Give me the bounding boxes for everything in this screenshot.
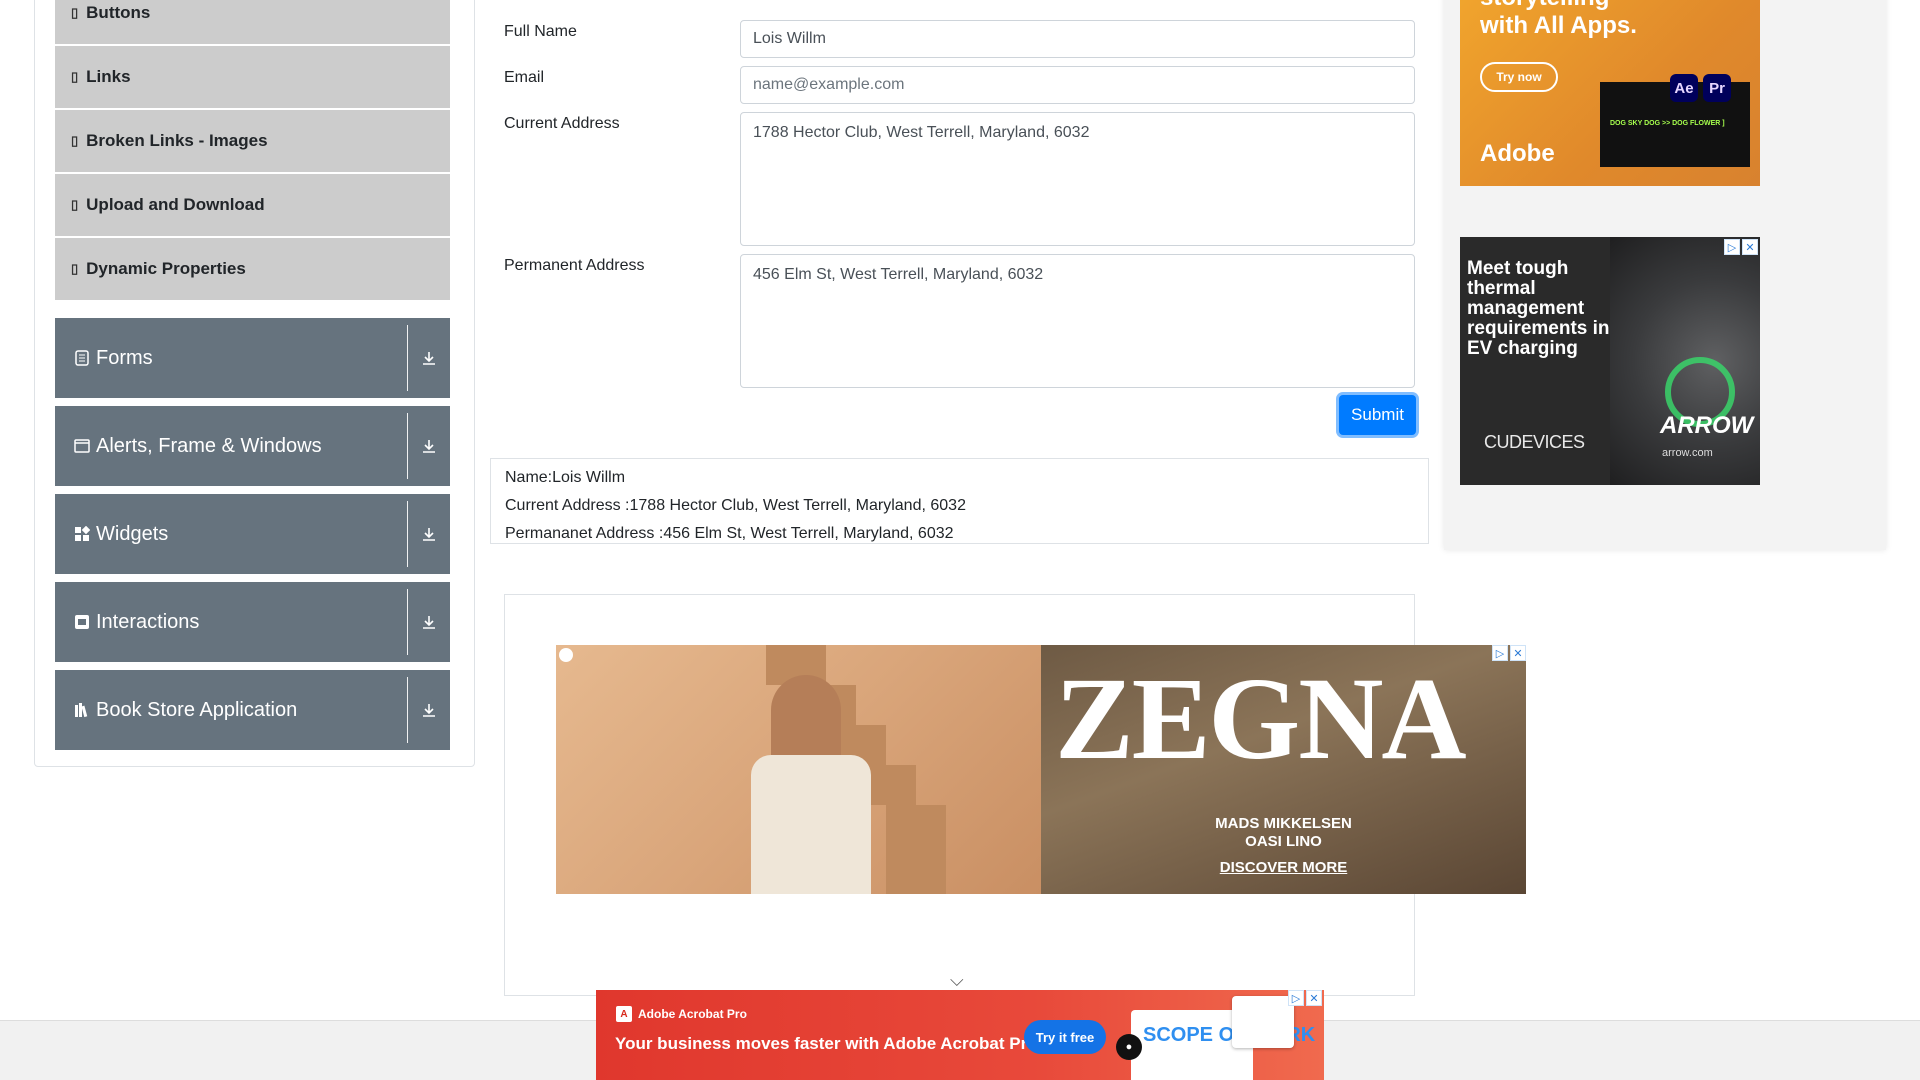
ad-headline-line1: storytelling xyxy=(1480,0,1609,12)
full-name-label: Full Name xyxy=(504,23,577,40)
divider xyxy=(407,501,408,567)
sidebar-group-widgets[interactable]: Widgets xyxy=(55,494,450,574)
permanent-address-textarea[interactable]: 456 Elm St, West Terrell, Maryland, 6032 xyxy=(740,254,1415,388)
try-it-free-button[interactable]: Try it free xyxy=(1024,1020,1106,1054)
group-label: Widgets xyxy=(96,522,169,545)
ad-controls: ▷ ✕ xyxy=(1724,239,1758,255)
download-arrow-icon[interactable] xyxy=(408,318,450,398)
download-arrow-icon[interactable] xyxy=(408,670,450,750)
file-icon: ▯ xyxy=(71,5,79,20)
premiere-icon: Pr xyxy=(1703,74,1731,102)
group-label: Alerts, Frame & Windows xyxy=(96,434,322,457)
sidebar-item-dynamic-properties[interactable]: ▯ Dynamic Properties xyxy=(55,238,450,300)
divider xyxy=(407,677,408,743)
current-address-label: Current Address xyxy=(504,115,620,132)
sidebar-item-upload-download[interactable]: ▯ Upload and Download xyxy=(55,174,450,236)
sidebar-group-alerts[interactable]: Alerts, Frame & Windows xyxy=(55,406,450,486)
user-avatar-icon: ● xyxy=(1116,1034,1142,1060)
close-icon[interactable]: ✕ xyxy=(1510,645,1526,661)
output-box: Name:Lois Willm Current Address :1788 He… xyxy=(490,458,1429,544)
ad-url: arrow.com xyxy=(1662,447,1713,459)
group-label: Forms xyxy=(96,346,153,369)
permanent-address-label: Permanent Address xyxy=(504,257,645,274)
ad-product-name: Adobe Acrobat Pro xyxy=(638,1007,747,1021)
sidebar-group-interactions[interactable]: Interactions xyxy=(55,582,450,662)
sidebar-item-label: Upload and Download xyxy=(86,195,265,214)
pdf-icon: A xyxy=(616,1006,632,1022)
ad-cta-link[interactable]: DISCOVER MORE xyxy=(1041,859,1526,876)
interactions-icon xyxy=(72,614,92,630)
ad-product: A Adobe Acrobat Pro xyxy=(616,1006,747,1022)
download-arrow-icon[interactable] xyxy=(408,494,450,574)
ad-controls: ▷ ✕ xyxy=(1288,990,1322,1006)
form-icon xyxy=(72,350,92,366)
ad-text-line2: OASI LINO xyxy=(1245,833,1322,850)
books-icon xyxy=(72,702,92,718)
ad-text-line1: MADS MIKKELSEN xyxy=(1215,815,1352,832)
file-icon: ▯ xyxy=(71,133,79,148)
file-icon: ▯ xyxy=(71,261,79,276)
after-effects-icon: Ae xyxy=(1670,74,1698,102)
download-arrow-icon[interactable] xyxy=(408,406,450,486)
close-icon[interactable]: ✕ xyxy=(1742,239,1758,255)
ad-info-icon[interactable]: ▷ xyxy=(1492,645,1508,661)
group-label: Interactions xyxy=(96,610,200,633)
divider xyxy=(407,589,408,655)
output-name: Name:Lois Willm xyxy=(505,469,626,486)
sidebar-group-forms[interactable]: Forms xyxy=(55,318,450,398)
arrow-ad[interactable]: Meet tough thermal management requiremen… xyxy=(1460,237,1760,485)
sidebar-item-label: Dynamic Properties xyxy=(86,259,246,278)
ad-controls: ▷ ✕ xyxy=(1492,645,1526,661)
zegna-logo: ZEGNA xyxy=(1055,653,1467,784)
download-arrow-icon[interactable] xyxy=(408,582,450,662)
divider xyxy=(407,413,408,479)
sidebar-item-broken-links[interactable]: ▯ Broken Links - Images xyxy=(55,110,450,172)
sidebar-item-links[interactable]: ▯ Links xyxy=(55,46,450,108)
try-now-button[interactable]: Try now xyxy=(1480,62,1558,92)
output-permanent-address: Permananet Address :456 Elm St, West Ter… xyxy=(505,525,954,542)
ad-brand-panel: ZEGNA MADS MIKKELSEN OASI LINO DISCOVER … xyxy=(1041,645,1526,894)
ad-badge-icon xyxy=(559,648,573,662)
ad-message: Your business moves faster with Adobe Ac… xyxy=(615,1034,1043,1053)
close-icon[interactable]: ✕ xyxy=(1306,990,1322,1006)
ad-headline: Meet tough thermal management requiremen… xyxy=(1467,258,1610,359)
adobe-ad[interactable]: storytelling with All Apps. Try now DOG … xyxy=(1460,0,1760,186)
email-input[interactable] xyxy=(740,66,1415,104)
ad-info-icon[interactable]: ▷ xyxy=(1724,239,1740,255)
sign-panel-preview xyxy=(1232,996,1294,1048)
widgets-icon xyxy=(72,526,92,542)
sidebar-item-buttons[interactable]: ▯ Buttons xyxy=(55,0,450,44)
ad-headline-line2: with All Apps. xyxy=(1480,12,1637,39)
ad-photo xyxy=(556,645,1041,894)
email-label: Email xyxy=(504,69,545,86)
group-label: Book Store Application xyxy=(96,698,298,721)
ad-info-icon[interactable]: ▷ xyxy=(1288,990,1304,1006)
sidebar-group-book-store[interactable]: Book Store Application xyxy=(55,670,450,750)
adobe-logo: Adobe xyxy=(1480,140,1555,167)
sidebar-item-label: Buttons xyxy=(86,3,151,22)
sidebar-item-label: Broken Links - Images xyxy=(86,131,268,150)
file-icon: ▯ xyxy=(71,69,79,84)
output-current-address: Current Address :1788 Hector Club, West … xyxy=(505,497,966,514)
divider xyxy=(407,325,408,391)
acrobat-ad[interactable]: A Adobe Acrobat Pro Your business moves … xyxy=(596,990,1324,1080)
sidebar-item-label: Links xyxy=(86,67,131,86)
full-name-input[interactable] xyxy=(740,20,1415,58)
chevron-down-icon[interactable]: ⌵ xyxy=(950,970,964,991)
current-address-textarea[interactable]: 1788 Hector Club, West Terrell, Maryland… xyxy=(740,112,1415,246)
window-icon xyxy=(72,439,92,453)
file-icon: ▯ xyxy=(71,197,79,212)
cudevices-logo: CUDEVICES xyxy=(1484,432,1585,452)
arrow-logo: ARROW xyxy=(1660,412,1754,439)
submit-button[interactable]: Submit xyxy=(1339,395,1416,435)
ad-screen-text: DOG SKY DOG >> DOG FLOWER ] xyxy=(1610,120,1725,127)
zegna-ad[interactable]: ZEGNA MADS MIKKELSEN OASI LINO DISCOVER … xyxy=(556,645,1526,894)
